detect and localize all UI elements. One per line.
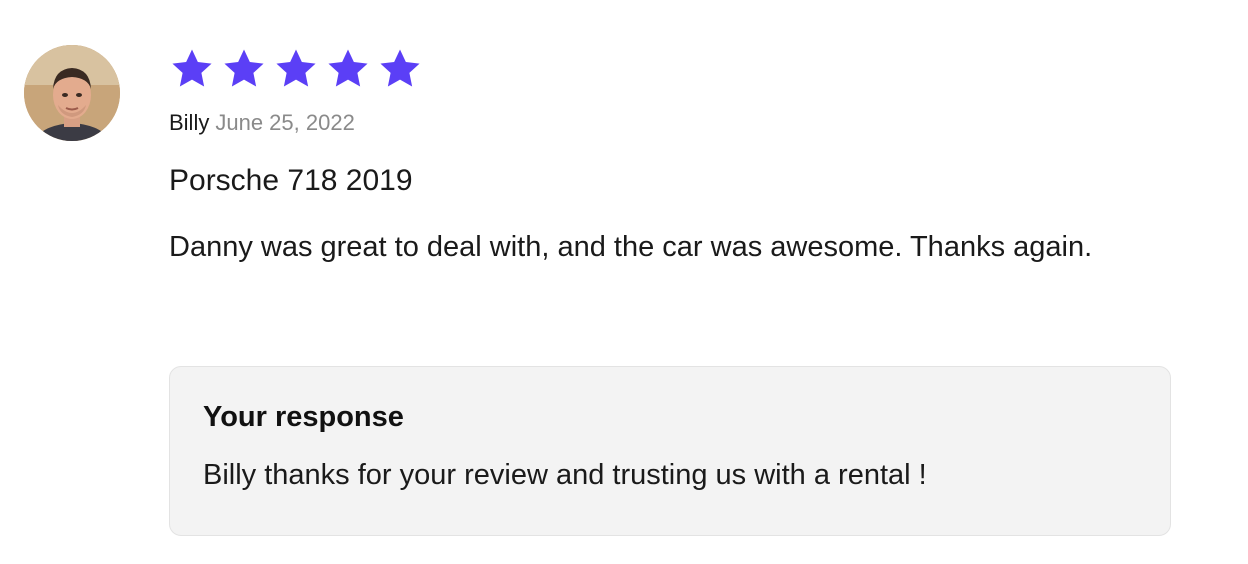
response-title: Your response — [203, 401, 404, 433]
review-date: June 25, 2022 — [215, 110, 355, 135]
review-card: Billy June 25, 2022 Porsche 718 2019 Dann… — [0, 0, 1248, 564]
avatar[interactable] — [24, 45, 120, 141]
review-text: Danny was great to deal with, and the ca… — [169, 231, 1093, 263]
host-response: Your response Billy thanks for your revi… — [169, 366, 1171, 536]
vehicle-name: Porsche 718 2019 — [169, 164, 413, 197]
star-icon — [276, 49, 316, 87]
review-meta: Billy June 25, 2022 — [169, 109, 1173, 137]
reviewer-name: Billy — [169, 110, 210, 135]
star-icon — [328, 49, 368, 87]
response-text: Billy thanks for your review and trustin… — [203, 459, 927, 491]
star-icon — [224, 49, 264, 87]
reviewer-photo — [24, 45, 120, 141]
star-icon — [172, 49, 212, 87]
review-content: Billy June 25, 2022 Porsche 718 2019 Dann… — [169, 46, 1173, 271]
star-rating — [169, 46, 1173, 92]
star-icon — [380, 49, 420, 87]
